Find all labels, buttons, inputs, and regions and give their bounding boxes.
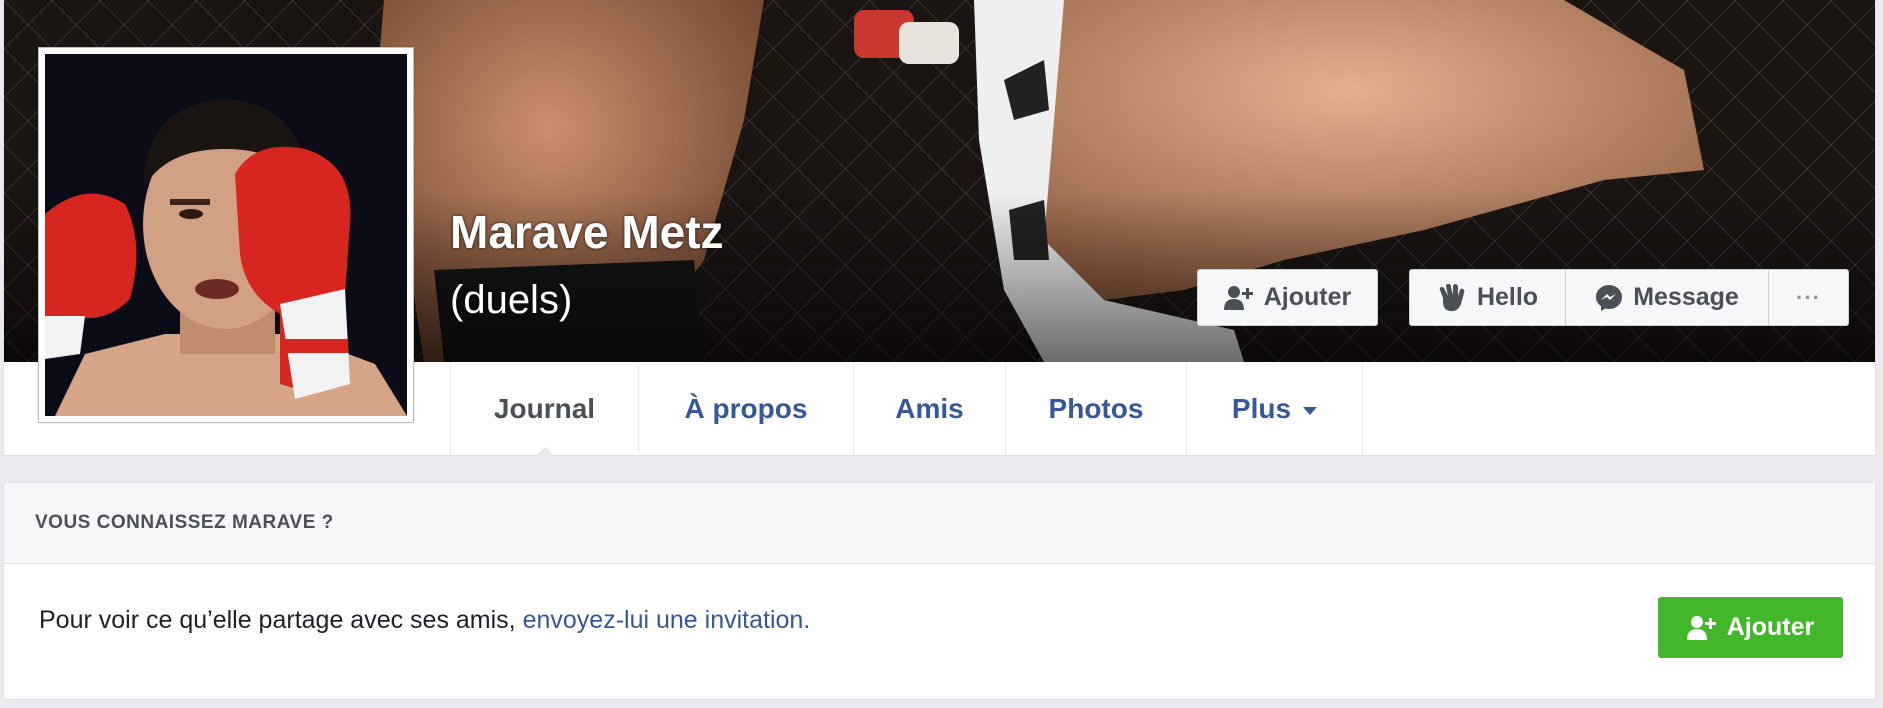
add-friend-green-label: Ajouter: [1726, 613, 1815, 641]
add-friend-icon: [1223, 285, 1254, 311]
message-button[interactable]: Message: [1566, 269, 1769, 326]
tab-photos-label: Photos: [1048, 393, 1144, 424]
profile-name[interactable]: Marave Metz: [450, 205, 724, 259]
friend-request-card: VOUS CONNAISSEZ MARAVE ? Pour voir ce qu…: [3, 482, 1876, 700]
profile-tabs: Journal À propos Amis Photos Plus: [450, 362, 1363, 457]
profile-alternate-name: (duels): [450, 278, 573, 322]
friend-request-heading: VOUS CONNAISSEZ MARAVE ?: [4, 483, 1875, 564]
friend-request-text-prefix: Pour voir ce qu’elle partage avec ses am…: [39, 606, 523, 634]
tab-amis-label: Amis: [895, 393, 964, 424]
send-invitation-link[interactable]: envoyez-lui une invitation: [523, 606, 804, 634]
profile-header: Marave Metz (duels) Ajouter Hello Messag…: [3, 0, 1876, 457]
more-dots-icon: ···: [1796, 284, 1821, 310]
cover-action-group: Hello Message ···: [1409, 269, 1849, 326]
add-friend-label: Ajouter: [1263, 283, 1352, 311]
add-friend-green-button[interactable]: Ajouter: [1658, 597, 1843, 658]
add-friend-button[interactable]: Ajouter: [1197, 269, 1378, 326]
tab-journal[interactable]: Journal: [450, 362, 638, 457]
chevron-down-icon: [1303, 407, 1318, 415]
tab-journal-label: Journal: [493, 393, 596, 424]
hello-label: Hello: [1476, 283, 1539, 311]
tab-a-propos[interactable]: À propos: [638, 362, 853, 456]
active-tab-caret: [534, 447, 555, 457]
friend-request-text: Pour voir ce qu’elle partage avec ses am…: [39, 606, 810, 635]
profile-picture[interactable]: [38, 47, 414, 423]
hello-button[interactable]: Hello: [1409, 269, 1566, 326]
tab-amis[interactable]: Amis: [853, 362, 1005, 456]
profile-picture-image: [45, 54, 407, 416]
wave-hand-icon: [1437, 283, 1467, 312]
message-label: Message: [1633, 283, 1739, 311]
friend-request-text-suffix: .: [803, 606, 811, 634]
add-friend-icon: [1686, 615, 1717, 641]
tab-a-propos-label: À propos: [684, 393, 808, 424]
more-options-button[interactable]: ···: [1769, 269, 1849, 326]
messenger-icon: [1595, 284, 1623, 312]
friend-request-body: Pour voir ce qu’elle partage avec ses am…: [4, 564, 1875, 699]
tab-plus-label: Plus: [1231, 393, 1292, 424]
tab-plus[interactable]: Plus: [1186, 362, 1363, 456]
tab-photos[interactable]: Photos: [1005, 362, 1186, 456]
